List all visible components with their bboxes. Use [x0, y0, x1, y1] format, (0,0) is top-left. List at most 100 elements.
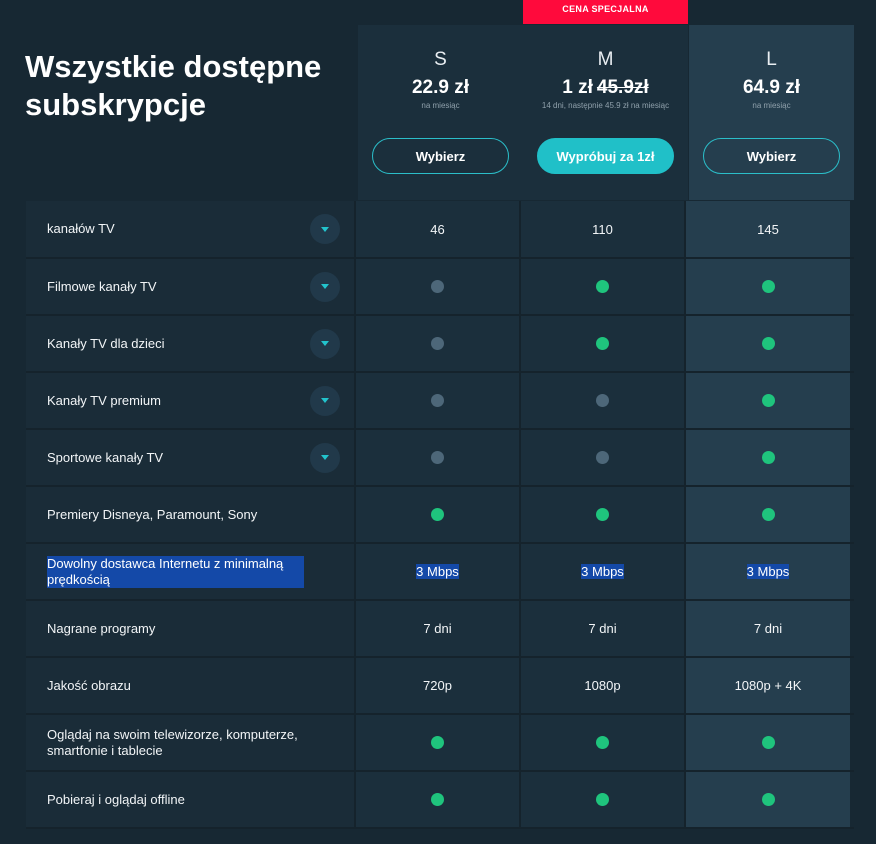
- plan-feature-cell: [356, 487, 521, 542]
- feature-label-text: Filmowe kanały TV: [47, 278, 157, 294]
- chevron-down-icon: [321, 455, 329, 460]
- feature-value: 46: [430, 221, 445, 237]
- feature-label: kanałów TV: [26, 201, 356, 257]
- plan-feature-cell: [521, 715, 686, 770]
- select-plan-s-button[interactable]: Wybierz: [372, 138, 509, 174]
- plan-feature-cell: 720p: [356, 658, 521, 713]
- select-plan-l-button[interactable]: Wybierz: [703, 138, 840, 174]
- plan-feature-cell: [686, 715, 850, 770]
- feature-value: 1080p + 4K: [734, 678, 802, 693]
- plan-feature-cell: [356, 430, 521, 485]
- plan-feature-cell: [521, 487, 686, 542]
- plan-feature-cell: [356, 715, 521, 770]
- feature-row: Filmowe kanały TV: [26, 259, 854, 316]
- plan-feature-cell: [686, 259, 850, 314]
- feature-label-text: Jakość obrazu: [47, 677, 131, 693]
- plan-feature-cell: [356, 316, 521, 371]
- included-dot-icon: [761, 280, 775, 293]
- chevron-down-icon: [321, 284, 329, 289]
- feature-value: 720p: [423, 678, 452, 693]
- plan-feature-cell: [686, 316, 850, 371]
- feature-value: 145: [757, 221, 779, 237]
- included-dot-icon: [596, 793, 609, 806]
- feature-label-text: Nagrane programy: [47, 620, 156, 636]
- included-dot-icon: [596, 337, 609, 350]
- special-price-badge: CENA SPECJALNA: [523, 0, 688, 24]
- plan-feature-cell: [521, 772, 686, 827]
- plan-feature-cell: [521, 316, 686, 371]
- feature-value: 3 Mbps: [581, 564, 624, 579]
- plan-feature-cell: 145: [686, 201, 850, 257]
- included-dot-icon: [596, 508, 609, 521]
- included-dot-icon: [761, 508, 775, 521]
- feature-row: Sportowe kanały TV: [26, 430, 854, 487]
- included-dot-icon: [761, 337, 775, 350]
- feature-label-text: kanałów TV: [47, 221, 115, 236]
- not-included-dot-icon: [431, 337, 444, 350]
- plan-feature-cell: [686, 772, 850, 827]
- not-included-dot-icon: [431, 451, 444, 464]
- feature-label-text: Sportowe kanały TV: [47, 449, 164, 465]
- chevron-down-icon: [321, 226, 329, 232]
- plan-name: S: [434, 49, 447, 70]
- feature-row: Kanały TV premium: [26, 373, 854, 430]
- included-dot-icon: [761, 736, 775, 749]
- included-dot-icon: [431, 508, 444, 521]
- chevron-down-icon: [321, 341, 329, 346]
- not-included-dot-icon: [596, 451, 609, 464]
- plan-price-note: na miesiąc: [421, 101, 460, 110]
- plan-feature-cell: 7 dni: [686, 601, 850, 656]
- feature-row: kanałów TV 46 110 145: [26, 201, 854, 259]
- plan-feature-cell: 7 dni: [521, 601, 686, 656]
- feature-value: 3 Mbps: [746, 564, 790, 579]
- plan-feature-cell: [686, 373, 850, 428]
- chevron-down-icon: [321, 398, 329, 403]
- feature-value: 7 dni: [588, 621, 617, 636]
- not-included-dot-icon: [431, 394, 444, 407]
- feature-label: Kanały TV dla dzieci: [26, 316, 356, 371]
- expand-toggle-button[interactable]: [310, 328, 340, 359]
- feature-row: Pobieraj i oglądaj offline: [26, 772, 854, 829]
- feature-row: Premiery Disneya, Paramount, Sony: [26, 487, 854, 544]
- expand-toggle-button[interactable]: [310, 214, 340, 244]
- feature-label-text: Premiery Disneya, Paramount, Sony: [47, 506, 258, 522]
- feature-label: Oglądaj na swoim telewizorze, komputerze…: [26, 715, 356, 770]
- feature-comparison-table: kanałów TV 46 110 145 Filmowe kanały TV Kanał…: [26, 201, 854, 829]
- feature-label: Filmowe kanały TV: [26, 259, 356, 314]
- feature-label-text: Kanały TV premium: [47, 392, 161, 408]
- plan-feature-cell: [686, 430, 850, 485]
- plan-price-note: 14 dni, następnie 45.9 zł na miesiąc: [541, 101, 670, 110]
- plan-old-price: 45.9zł: [596, 77, 649, 98]
- plan-price: 1 zł 45.9zł: [562, 77, 649, 98]
- plan-price-note: na miesiąc: [752, 101, 791, 110]
- plan-feature-cell: [521, 259, 686, 314]
- plan-price: 64.9 zł: [742, 77, 801, 98]
- feature-label: Nagrane programy: [26, 601, 356, 656]
- included-dot-icon: [431, 736, 444, 749]
- plan-feature-cell: 1080p: [521, 658, 686, 713]
- feature-row: Kanały TV dla dzieci: [26, 316, 854, 373]
- page-title: Wszystkie dostępne subskrypcje: [25, 49, 322, 122]
- feature-value: 110: [592, 221, 613, 237]
- plan-card-l: L 64.9 zł na miesiąc Wybierz: [689, 25, 854, 200]
- feature-label: Dowolny dostawca Internetu z minimalną p…: [26, 544, 356, 599]
- try-plan-m-button[interactable]: Wypróbuj za 1zł: [537, 138, 674, 174]
- plan-feature-cell: [356, 259, 521, 314]
- plan-price: 22.9 zł: [411, 77, 470, 98]
- included-dot-icon: [596, 280, 609, 293]
- plan-feature-cell: 3 Mbps: [686, 544, 850, 599]
- expand-toggle-button[interactable]: [310, 442, 340, 473]
- included-dot-icon: [596, 736, 609, 749]
- plan-feature-cell: [686, 487, 850, 542]
- included-dot-icon: [761, 793, 775, 806]
- expand-toggle-button[interactable]: [310, 271, 340, 302]
- expand-toggle-button[interactable]: [310, 385, 340, 416]
- feature-value: 7 dni: [423, 621, 452, 636]
- feature-label: Sportowe kanały TV: [26, 430, 356, 485]
- feature-label: Pobieraj i oglądaj offline: [26, 772, 356, 827]
- plan-feature-cell: [521, 430, 686, 485]
- feature-row: Nagrane programy 7 dni 7 dni 7 dni: [26, 601, 854, 658]
- feature-value: 7 dni: [753, 621, 783, 636]
- plan-card-s: S 22.9 zł na miesiąc Wybierz: [358, 25, 523, 200]
- plan-feature-cell: [356, 772, 521, 827]
